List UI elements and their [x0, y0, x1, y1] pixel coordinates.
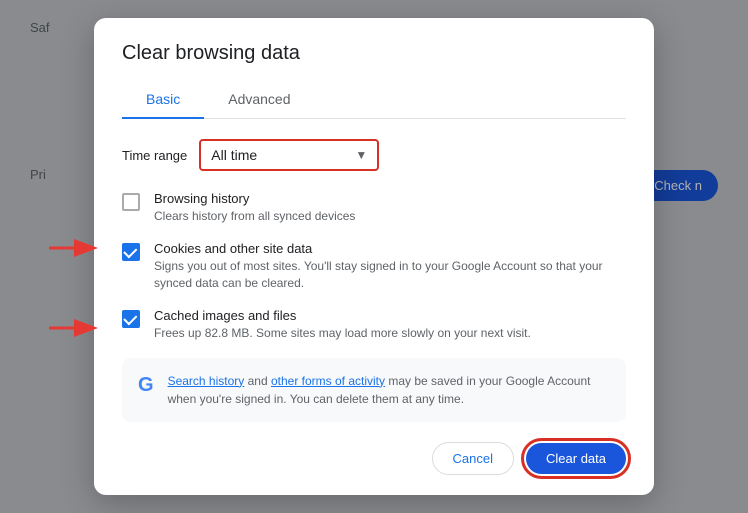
time-range-select[interactable]: All time Last hour Last 24 hours Last 7 … — [211, 147, 347, 163]
info-and-text: and — [248, 374, 271, 388]
cancel-button[interactable]: Cancel — [432, 442, 514, 475]
checkbox-cookies-box[interactable] — [122, 243, 140, 261]
option-title-cookies: Cookies and other site data — [154, 241, 626, 256]
info-box-text: Search history and other forms of activi… — [168, 372, 610, 408]
info-link-other-forms[interactable]: other forms of activity — [271, 374, 385, 388]
select-arrow-icon: ▼ — [355, 148, 367, 162]
checkbox-cached[interactable] — [122, 310, 140, 328]
modal-overlay: Clear browsing data Basic Advanced Time … — [0, 0, 748, 513]
time-range-row: Time range All time Last hour Last 24 ho… — [122, 139, 626, 171]
dialog-footer: Cancel Clear data — [122, 442, 626, 475]
option-title-cached: Cached images and files — [154, 308, 626, 323]
tab-advanced[interactable]: Advanced — [204, 81, 314, 119]
option-desc-cached: Frees up 82.8 MB. Some sites may load mo… — [154, 325, 626, 342]
tab-basic[interactable]: Basic — [122, 81, 204, 119]
option-row-browsing-history: Browsing history Clears history from all… — [122, 191, 626, 225]
option-text-cookies: Cookies and other site data Signs you ou… — [154, 241, 626, 292]
option-title-browsing-history: Browsing history — [154, 191, 626, 206]
info-link-search-history[interactable]: Search history — [168, 374, 245, 388]
option-row-cached: Cached images and files Frees up 82.8 MB… — [122, 308, 626, 342]
time-range-select-wrapper[interactable]: All time Last hour Last 24 hours Last 7 … — [199, 139, 379, 171]
arrow2-icon — [44, 313, 99, 343]
clear-browsing-data-dialog: Clear browsing data Basic Advanced Time … — [94, 18, 654, 494]
checkbox-browsing-history-box[interactable] — [122, 193, 140, 211]
option-desc-browsing-history: Clears history from all synced devices — [154, 208, 626, 225]
arrow1-icon — [44, 233, 99, 263]
checkbox-browsing-history[interactable] — [122, 193, 140, 211]
option-text-browsing-history: Browsing history Clears history from all… — [154, 191, 626, 225]
tabs-container: Basic Advanced — [122, 81, 626, 119]
checkbox-cached-box[interactable] — [122, 310, 140, 328]
google-g-icon: G — [138, 374, 154, 397]
checkbox-cookies[interactable] — [122, 243, 140, 261]
clear-data-button[interactable]: Clear data — [526, 443, 626, 474]
option-row-cookies: Cookies and other site data Signs you ou… — [122, 241, 626, 292]
info-box: G Search history and other forms of acti… — [122, 358, 626, 422]
time-range-label: Time range — [122, 148, 187, 163]
option-desc-cookies: Signs you out of most sites. You'll stay… — [154, 258, 626, 292]
dialog-title: Clear browsing data — [122, 42, 626, 65]
option-text-cached: Cached images and files Frees up 82.8 MB… — [154, 308, 626, 342]
